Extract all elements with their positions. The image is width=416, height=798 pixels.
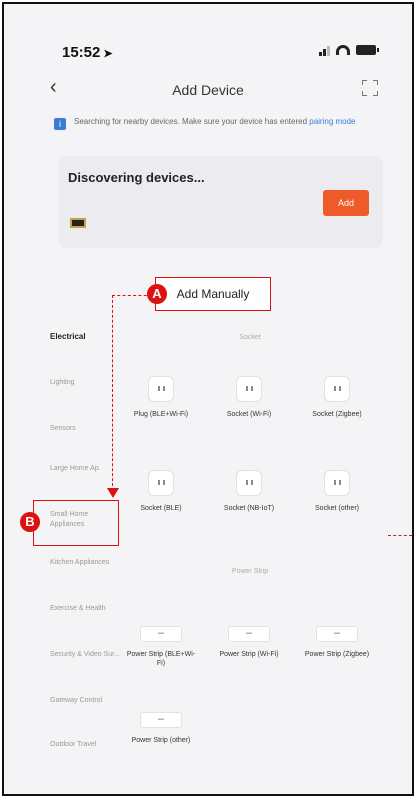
- page-title: Add Device: [172, 82, 244, 98]
- device-item[interactable]: Socket (BLE): [126, 470, 196, 513]
- discovered-device-icon[interactable]: [70, 218, 86, 228]
- status-time: 15:52 ➤: [62, 44, 113, 61]
- device-label: Socket (Zigbee): [312, 411, 362, 418]
- socket-icon: [324, 470, 350, 496]
- sidebar-item-lighting[interactable]: Lighting: [36, 378, 120, 388]
- wifi-icon: [336, 45, 350, 55]
- device-label: Socket (BLE): [140, 505, 182, 512]
- info-icon: i: [54, 118, 66, 130]
- socket-icon: [324, 376, 350, 402]
- power-strip-icon: ▪▪▪: [140, 712, 182, 728]
- annotation-badge-a: A: [147, 284, 167, 304]
- device-label: Socket (NB-IoT): [223, 505, 275, 512]
- device-item[interactable]: Socket (Wi-Fi): [214, 376, 284, 419]
- time-text: 15:52: [62, 44, 101, 61]
- device-item[interactable]: ▪▪▪ Power Strip (Zigbee): [302, 626, 372, 659]
- notice-body: Searching for nearby devices. Make sure …: [74, 117, 310, 126]
- socket-icon: [236, 376, 262, 402]
- sidebar-item-small-home[interactable]: Small Home Appliances: [36, 510, 120, 530]
- pairing-mode-link[interactable]: pairing mode: [309, 117, 355, 126]
- callout-line-right: [388, 535, 412, 536]
- discovering-title: Discovering devices...: [68, 170, 205, 185]
- sidebar-item-large-home[interactable]: Large Home Ap.: [36, 464, 120, 474]
- device-item[interactable]: Plug (BLE+Wi-Fi): [126, 376, 196, 419]
- add-manually-button[interactable]: Add Manually: [155, 277, 271, 311]
- discovering-card: Discovering devices... Add: [58, 156, 383, 248]
- sidebar-item-outdoor[interactable]: Outdoor Travel: [36, 740, 120, 750]
- device-label: Plug (BLE+Wi-Fi): [133, 411, 189, 418]
- device-item[interactable]: ▪▪▪ Power Strip (other): [126, 712, 196, 745]
- device-label: Power Strip (other): [131, 737, 191, 744]
- device-label: Power Strip (Zigbee): [304, 651, 370, 658]
- search-notice: i Searching for nearby devices. Make sur…: [46, 112, 386, 148]
- device-label: Socket (other): [315, 505, 359, 512]
- system-icons: [319, 44, 379, 56]
- device-item[interactable]: ▪▪▪ Power Strip (BLE+Wi-Fi): [126, 626, 196, 668]
- socket-icon: [148, 470, 174, 496]
- power-strip-icon: ▪▪▪: [228, 626, 270, 642]
- device-label: Power Strip (BLE+Wi-Fi): [126, 651, 196, 667]
- device-item[interactable]: Socket (NB-IoT): [214, 470, 284, 513]
- device-item[interactable]: ▪▪▪ Power Strip (Wi-Fi): [214, 626, 284, 659]
- status-bar: 15:52 ➤: [4, 4, 412, 68]
- signal-icon: [319, 44, 330, 56]
- sidebar-item-sensors[interactable]: Sensors: [36, 424, 120, 434]
- scan-icon[interactable]: [362, 80, 378, 96]
- sidebar-item-exercise[interactable]: Exercise & Health: [36, 604, 120, 614]
- battery-icon: [356, 45, 379, 55]
- callout-line-horizontal: [112, 295, 152, 296]
- device-label: Power Strip (Wi-Fi): [219, 651, 279, 658]
- navigation-bar: ‹ Add Device: [4, 70, 412, 110]
- sidebar-item-kitchen[interactable]: Kitchen Appliances: [36, 558, 120, 568]
- sidebar-item-electrical[interactable]: Electrical: [36, 332, 120, 342]
- callout-arrow-icon: [107, 488, 119, 498]
- power-strip-icon: ▪▪▪: [140, 626, 182, 642]
- notice-text: Searching for nearby devices. Make sure …: [74, 116, 386, 127]
- socket-icon: [236, 470, 262, 496]
- device-item[interactable]: Socket (Zigbee): [302, 376, 372, 419]
- power-strip-icon: ▪▪▪: [316, 626, 358, 642]
- section-title-socket: Socket: [239, 334, 261, 341]
- location-icon: ➤: [103, 48, 113, 60]
- device-item[interactable]: Socket (other): [302, 470, 372, 513]
- section-title-power-strip: Power Strip: [231, 568, 269, 575]
- add-button[interactable]: Add: [323, 190, 369, 216]
- sidebar-item-security[interactable]: Security & Video Sur...: [36, 650, 120, 660]
- callout-line-vertical: [112, 295, 113, 491]
- device-label: Socket (Wi-Fi): [226, 411, 272, 418]
- sidebar-item-gateway[interactable]: Gateway Control: [36, 696, 120, 706]
- socket-icon: [148, 376, 174, 402]
